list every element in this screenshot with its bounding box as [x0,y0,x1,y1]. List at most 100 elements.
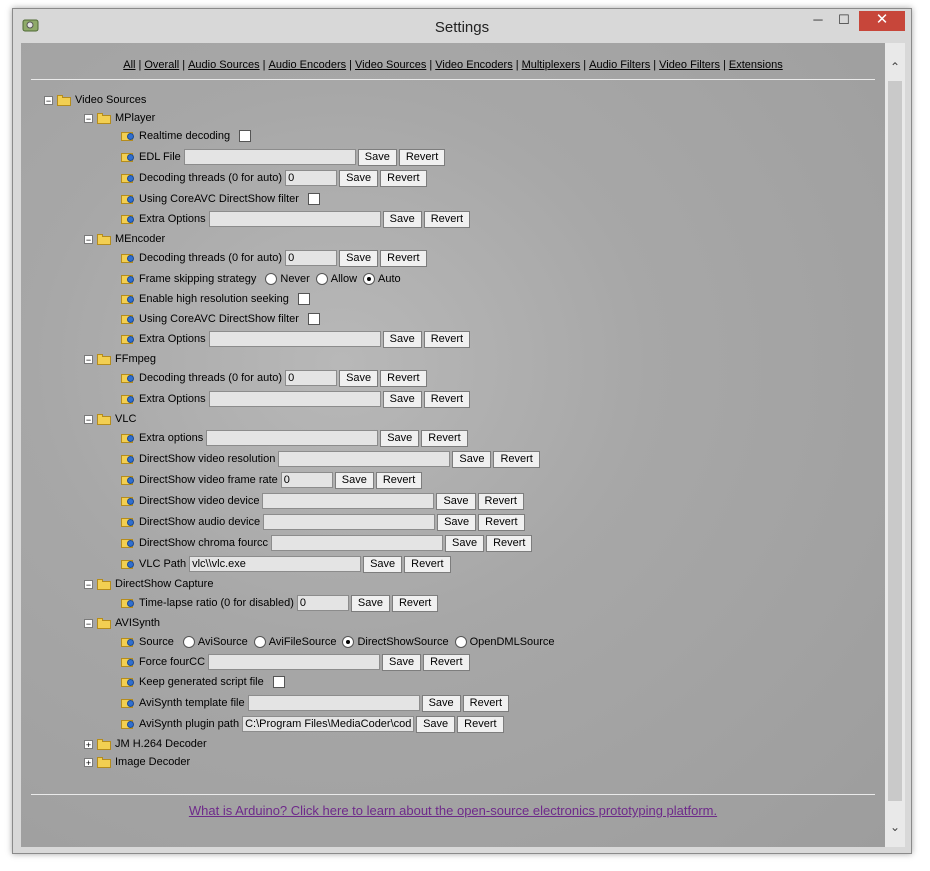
high-res-seeking-checkbox[interactable] [297,293,310,305]
save-button[interactable]: Save [339,249,379,267]
vertical-scrollbar[interactable]: ⌃ ⌄ [885,43,905,847]
arduino-link[interactable]: What is Arduino? Click here to learn abo… [21,803,885,818]
minimize-button[interactable]: ─ [805,11,831,31]
save-button[interactable]: Save [452,450,492,468]
directshow-resolution-input[interactable] [278,451,451,467]
nav-extensions[interactable]: Extensions [729,59,783,71]
revert-button[interactable]: Revert [404,555,451,573]
plugin-path-input[interactable] [242,716,415,732]
revert-button[interactable]: Revert [380,169,427,187]
extra-options-input[interactable] [208,391,381,407]
decoding-threads-input[interactable] [285,170,338,186]
save-button[interactable]: Save [350,594,390,612]
directshow-video-device-input[interactable] [262,493,435,509]
tree-node-ffmpeg[interactable]: − FFmpeg [84,349,156,369]
nav-video-encoders[interactable]: Video Encoders [435,59,512,71]
nav-audio-sources[interactable]: Audio Sources [188,59,260,71]
revert-button[interactable]: Revert [462,694,510,712]
extra-options-input[interactable] [208,211,381,227]
tree-node-vlc[interactable]: − VLC [84,409,136,429]
directshow-audio-device-input[interactable] [263,514,436,530]
scroll-down-icon[interactable]: ⌄ [885,815,905,839]
save-button[interactable]: Save [436,492,476,510]
save-button[interactable]: Save [382,390,422,408]
expand-icon[interactable]: + [84,739,93,749]
revert-button[interactable]: Revert [423,653,470,671]
scroll-up-icon[interactable]: ⌃ [885,55,905,79]
vlc-path-input[interactable] [189,556,362,572]
save-button[interactable]: Save [334,471,374,489]
revert-button[interactable]: Revert [391,594,439,612]
expand-icon[interactable]: + [84,757,93,767]
revert-button[interactable]: Revert [423,330,471,348]
tree-node-jm-h264[interactable]: + JM H.264 Decoder [84,734,207,754]
frameskip-never-radio[interactable] [265,273,278,285]
close-button[interactable]: ✕ [859,11,905,31]
revert-button[interactable]: Revert [398,148,446,166]
keep-script-checkbox[interactable] [272,676,285,688]
force-fourcc-input[interactable] [208,654,381,670]
source-directshowsource-radio[interactable] [342,636,355,648]
nav-audio-encoders[interactable]: Audio Encoders [268,59,346,71]
save-button[interactable]: Save [382,210,422,228]
revert-button[interactable]: Revert [380,249,427,267]
extra-options-input[interactable] [206,430,379,446]
save-button[interactable]: Save [357,148,397,166]
maximize-button[interactable]: ☐ [831,11,857,31]
nav-video-filters[interactable]: Video Filters [659,59,720,71]
decoding-threads-input[interactable] [285,370,338,386]
revert-button[interactable]: Revert [486,534,533,552]
save-button[interactable]: Save [339,369,379,387]
edl-file-input[interactable] [183,149,356,165]
save-button[interactable]: Save [339,169,379,187]
nav-all[interactable]: All [123,59,135,71]
collapse-icon[interactable]: − [84,354,93,364]
time-lapse-input[interactable] [296,595,349,611]
revert-button[interactable]: Revert [457,715,504,733]
avisynth-template-input[interactable] [247,695,420,711]
save-button[interactable]: Save [363,555,403,573]
collapse-icon[interactable]: − [84,113,93,123]
save-button[interactable]: Save [382,653,422,671]
collapse-icon[interactable]: − [84,234,93,244]
decoding-threads-input[interactable] [285,250,338,266]
source-avisource-radio[interactable] [182,636,195,648]
tree-node-directshow-capture[interactable]: − DirectShow Capture [84,574,213,594]
nav-overall[interactable]: Overall [144,59,179,71]
save-button[interactable]: Save [421,694,461,712]
revert-button[interactable]: Revert [380,369,427,387]
extra-options-input[interactable] [208,331,381,347]
tree-node-mencoder[interactable]: − MEncoder [84,229,165,249]
source-avifilesource-radio[interactable] [253,636,266,648]
tree-node-image-decoder[interactable]: + Image Decoder [84,752,190,772]
revert-button[interactable]: Revert [375,471,423,489]
realtime-decoding-checkbox[interactable] [239,130,252,142]
revert-button[interactable]: Revert [493,450,540,468]
source-opendmlsource-radio[interactable] [454,636,467,648]
revert-button[interactable]: Revert [423,390,471,408]
save-button[interactable]: Save [380,429,420,447]
save-button[interactable]: Save [416,715,456,733]
directshow-chroma-input[interactable] [271,535,443,551]
collapse-icon[interactable]: − [84,618,93,628]
nav-audio-filters[interactable]: Audio Filters [589,59,650,71]
tree-node-video-sources[interactable]: − Video Sources [44,90,146,110]
tree-node-avisynth[interactable]: − AVISynth [84,613,160,633]
revert-button[interactable]: Revert [478,513,525,531]
save-button[interactable]: Save [382,330,422,348]
title-bar[interactable]: Settings ─ ☐ ✕ [13,9,911,43]
save-button[interactable]: Save [437,513,477,531]
coreavc-checkbox[interactable] [307,313,320,325]
revert-button[interactable]: Revert [477,492,524,510]
frameskip-allow-radio[interactable] [315,273,328,285]
collapse-icon[interactable]: − [84,579,93,589]
scroll-thumb[interactable] [888,81,902,801]
collapse-icon[interactable]: − [44,95,53,105]
coreavc-checkbox[interactable] [307,193,320,205]
frameskip-auto-radio[interactable] [363,273,376,285]
revert-button[interactable]: Revert [423,210,471,228]
collapse-icon[interactable]: − [84,414,93,424]
save-button[interactable]: Save [445,534,485,552]
revert-button[interactable]: Revert [421,429,468,447]
tree-node-mplayer[interactable]: − MPlayer [84,108,155,128]
